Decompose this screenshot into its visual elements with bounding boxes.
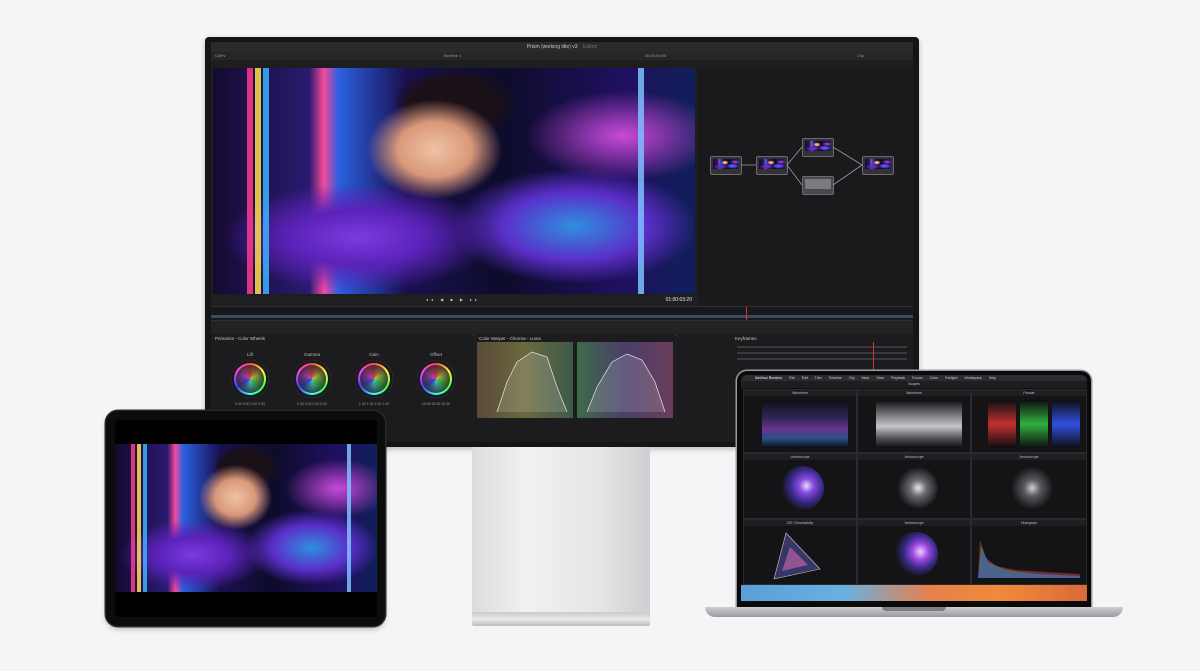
scope-parade[interactable]: Parade [971,389,1087,453]
keyframe-track [737,346,907,348]
viewer-timecode: 00:00:00:00 [645,53,667,58]
menu-trim[interactable]: Trim [815,376,822,380]
vectorscope-trace [780,466,824,510]
lift-wheel[interactable] [231,360,269,398]
mini-timeline[interactable] [211,306,913,321]
macbook-screen-scopes: DaVinci Resolve File Edit Trim Timeline … [741,375,1087,601]
scope-title: Vectorscope [858,520,970,526]
cie-diagram [773,532,821,580]
menu-timeline[interactable]: Timeline [829,376,842,380]
wheel-label-lift: Lift [246,352,253,357]
gamma-wheel[interactable] [293,360,331,398]
playhead[interactable] [746,307,747,321]
keyframes-title: Keyframes [735,336,757,341]
keyframe-track [737,352,907,354]
scope-title: Parade [972,390,1086,396]
scope-title: Vectorscope [858,454,970,460]
menu-fairlight[interactable]: Fairlight [945,376,957,380]
scope-title: Waveform [744,390,856,396]
histogram-trace [978,540,1080,578]
vectorscope-trace [894,466,938,510]
color-wheels-title: Primaries - Color Wheels [215,336,266,341]
timeline-selector[interactable]: Timeline 1 [443,52,461,60]
monitor-stand [472,447,650,615]
neon-stripe [131,444,135,592]
waveform-trace [762,400,848,448]
vectorscope-trace [1008,466,1052,510]
scopes-window-title: Scopes [741,381,1087,388]
menu-file[interactable]: File [789,376,795,380]
neon-stripe [247,68,253,294]
transport-controls: ◂◂ ◀ ■ ▶ ▸▸ 01:00:03:20 [211,296,698,306]
neon-stripe [137,444,141,592]
neon-stripe [638,68,644,294]
parade-green [1020,400,1048,448]
keyframe-track [737,358,907,360]
ipad-video-image [115,444,377,592]
warper-waveform [496,351,568,413]
gain-values: 1.00 1.00 1.00 1.00 [358,402,390,406]
scope-title: Histogram [972,520,1086,526]
scope-waveform-2[interactable]: Waveform [857,389,971,453]
offset-wheel[interactable] [417,360,455,398]
warper-waveform [586,353,666,413]
menu-fusion[interactable]: Fusion [912,376,923,380]
gamma-values: 0.00 0.00 0.00 0.00 [296,402,328,406]
menu-clip[interactable]: Clip [849,376,855,380]
scope-waveform-1[interactable]: Waveform [743,389,857,453]
window-title-bar: Prism (working title) v3 Edited [211,42,913,52]
clip-selector[interactable]: Clip [857,52,864,60]
neon-stripe [263,68,269,294]
scope-vectorscope-3[interactable]: Vectorscope [971,453,1087,519]
waveform-trace [876,400,962,448]
scope-vectorscope-4[interactable]: Vectorscope [857,519,971,585]
neon-stripe [255,68,261,294]
scope-cie-chromaticity[interactable]: CIE Chromaticity [743,519,857,585]
vectorscope-trace [894,532,938,576]
ipad-screen [115,420,377,617]
timeline-track [211,315,913,318]
toolbar-left-label: CAPs [215,53,226,58]
play-controls-icon[interactable]: ◂◂ ◀ ■ ▶ ▸▸ [426,296,480,304]
scope-vectorscope-1[interactable]: Vectorscope [743,453,857,519]
menu-edit[interactable]: Edit [802,376,808,380]
playhead-timecode: 01:00:03:20 [665,297,692,303]
neon-stripe [347,444,351,592]
offset-values: 25.00 25.00 25.00 [421,402,451,406]
node-connections [741,146,863,186]
viewer-toolbar: CAPs Timeline 1 00:00:00:00 Clip [211,52,913,60]
scope-title: Vectorscope [744,454,856,460]
menu-app[interactable]: DaVinci Resolve [755,376,782,380]
wheel-label-gain: Gain [369,352,379,357]
scope-histogram[interactable]: Histogram [971,519,1087,585]
desktop-wallpaper-strip [741,585,1087,601]
scope-title: CIE Chromaticity [744,520,856,526]
scope-vectorscope-2[interactable]: Vectorscope [857,453,971,519]
menu-mark[interactable]: Mark [862,376,870,380]
menu-playback[interactable]: Playback [891,376,905,380]
menu-help[interactable]: Help [989,376,996,380]
macbook-lid-notch [882,607,946,611]
color-warper-panel: Color Warper - Chroma - Luma [475,334,675,442]
gain-wheel[interactable] [355,360,393,398]
parade-red [988,400,1016,448]
warper-grid-left[interactable] [477,342,573,418]
monitor-stand-foot [472,612,650,626]
warper-grid-right[interactable] [577,342,673,418]
menu-view[interactable]: View [876,376,884,380]
scope-title: Vectorscope [972,454,1086,460]
node-graph[interactable] [698,68,911,306]
color-warper-title: Color Warper - Chroma - Luma [479,336,541,341]
wheel-label-gamma: Gamma [303,352,320,357]
scope-title: Waveform [858,390,970,396]
wheel-label-offset: Offset [430,352,442,357]
lift-values: 0.00 0.00 0.00 0.00 [234,402,266,406]
menu-color[interactable]: Color [930,376,938,380]
menu-workspace[interactable]: Workspace [964,376,981,380]
project-title: Prism (working title) v3 [526,44,578,50]
viewer-image [213,68,695,294]
parade-blue [1052,400,1080,448]
neon-stripe [143,444,147,592]
project-status: Edited [582,44,598,50]
